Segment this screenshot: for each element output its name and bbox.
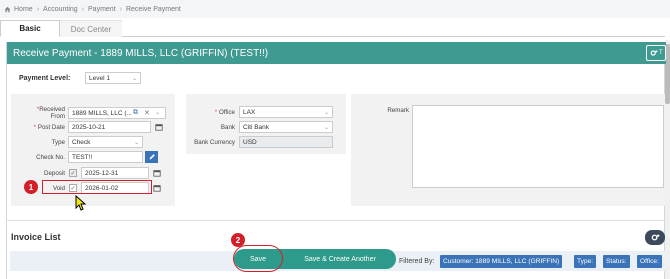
check-no-row: Check No. TEST!! xyxy=(11,151,158,163)
section-divider xyxy=(6,220,665,221)
home-icon xyxy=(4,6,11,12)
annotation-highlight-void xyxy=(42,180,152,194)
post-date-input[interactable]: 2025-10-21 xyxy=(68,121,151,133)
invoice-list-title: Invoice List xyxy=(11,232,61,242)
received-from-value: 1889 MILLS, LLC (... xyxy=(72,109,132,117)
tab-doc-center[interactable]: Doc Center xyxy=(60,20,122,37)
breadcrumb-separator: › xyxy=(119,5,122,13)
annotation-badge-2: 2 xyxy=(231,233,245,247)
deposit-checkbox[interactable]: ✓ xyxy=(69,169,77,177)
gears-icon xyxy=(651,234,659,241)
office-value: LAX xyxy=(243,108,256,116)
breadcrumb-current: Receive Payment xyxy=(125,5,181,13)
panel-header: Receive Payment - 1889 MILLS, LLC (GRIFF… xyxy=(7,42,666,64)
chevron-down-icon: ⌄ xyxy=(323,110,329,116)
edit-check-button[interactable] xyxy=(145,151,158,163)
calendar-icon[interactable] xyxy=(155,123,163,131)
tab-basic[interactable]: Basic xyxy=(0,20,60,37)
breadcrumb: Home › Accounting › Payment › Receive Pa… xyxy=(0,0,670,18)
filter-chip-status[interactable]: Status: xyxy=(603,255,630,268)
bank-label: Bank xyxy=(220,123,235,131)
payment-level-row: Payment Level: Level 1 ⌄ xyxy=(19,72,141,84)
received-from-row: *Received From 1889 MILLS, LLC (... ⧉ ✕ ⌄ xyxy=(11,106,166,120)
bank-row: Bank Citi Bank ⌄ xyxy=(186,121,333,133)
breadcrumb-home[interactable]: Home xyxy=(14,6,33,13)
bank-select[interactable]: Citi Bank ⌄ xyxy=(239,121,333,133)
remark-textarea[interactable] xyxy=(412,105,664,188)
office-select[interactable]: LAX ⌄ xyxy=(239,106,333,118)
edit-link-icon[interactable]: ⧉ xyxy=(133,109,138,117)
office-label: * Office xyxy=(214,108,235,116)
clear-icon[interactable]: ✕ xyxy=(144,109,150,117)
received-from-label: *Received From xyxy=(36,106,65,120)
post-date-row: * Post Date 2025-10-21 xyxy=(11,121,163,133)
chevron-down-icon: ⌄ xyxy=(133,140,139,146)
type-value: Check xyxy=(72,138,91,146)
check-no-label: Check No. xyxy=(36,153,65,161)
breadcrumb-accounting[interactable]: Accounting xyxy=(43,6,78,13)
page-title: Receive Payment - 1889 MILLS, LLC (GRIFF… xyxy=(13,47,269,59)
header-settings-button[interactable]: T xyxy=(646,45,666,61)
received-from-select[interactable]: 1889 MILLS, LLC (... ⧉ ✕ ⌄ xyxy=(68,107,166,119)
type-select[interactable]: Check ⌄ xyxy=(68,136,143,148)
office-row: * Office LAX ⌄ xyxy=(186,106,333,118)
deposit-label: Deposit xyxy=(44,169,65,177)
breadcrumb-separator: › xyxy=(36,5,40,13)
filter-chip-type[interactable]: Type: xyxy=(574,255,597,268)
save-create-another-button[interactable]: Save & Create Another xyxy=(290,251,390,267)
payment-level-value: Level 1 xyxy=(89,74,110,82)
post-date-label: * Post Date xyxy=(33,123,65,131)
tab-bar: Basic Doc Center xyxy=(0,20,665,37)
calendar-icon[interactable] xyxy=(153,184,161,192)
gears-icon xyxy=(650,50,658,56)
filter-chip-office[interactable]: Office: xyxy=(637,255,662,268)
calendar-icon[interactable] xyxy=(153,169,161,177)
invoice-settings-button[interactable] xyxy=(645,230,665,245)
remark-label: Remark xyxy=(387,107,409,114)
chevron-down-icon: ⌄ xyxy=(323,125,329,131)
breadcrumb-separator: › xyxy=(81,5,85,13)
deposit-row: Deposit ✓ 2025-12-31 xyxy=(11,167,161,179)
type-label: Type xyxy=(51,138,65,146)
annotation-highlight-save xyxy=(233,245,283,272)
chevron-down-icon: ⌄ xyxy=(131,76,137,82)
annotation-badge-1: 1 xyxy=(24,180,38,194)
bank-currency-field: USD xyxy=(239,136,333,148)
bank-value: Citi Bank xyxy=(243,123,270,131)
filter-chip-customer[interactable]: Customer: 1889 MILLS, LLC (GRIFFIN) xyxy=(440,255,563,268)
filter-label: Filtered By: xyxy=(399,258,435,265)
breadcrumb-payment[interactable]: Payment xyxy=(88,6,116,13)
bank-currency-row: Bank Currency USD xyxy=(186,136,333,148)
payment-level-label: Payment Level: xyxy=(19,74,71,82)
bank-currency-label: Bank Currency xyxy=(194,138,235,146)
payment-level-select[interactable]: Level 1 ⌄ xyxy=(85,72,141,84)
pencil-icon xyxy=(149,154,155,160)
deposit-date-input[interactable]: 2025-12-31 xyxy=(81,167,149,179)
chevron-down-icon[interactable]: ⌄ xyxy=(155,109,160,116)
check-no-input[interactable]: TEST!! xyxy=(68,151,143,163)
type-row: Type Check ⌄ xyxy=(11,136,143,148)
header-button-label: T xyxy=(659,50,663,56)
mouse-cursor-icon xyxy=(75,195,87,211)
